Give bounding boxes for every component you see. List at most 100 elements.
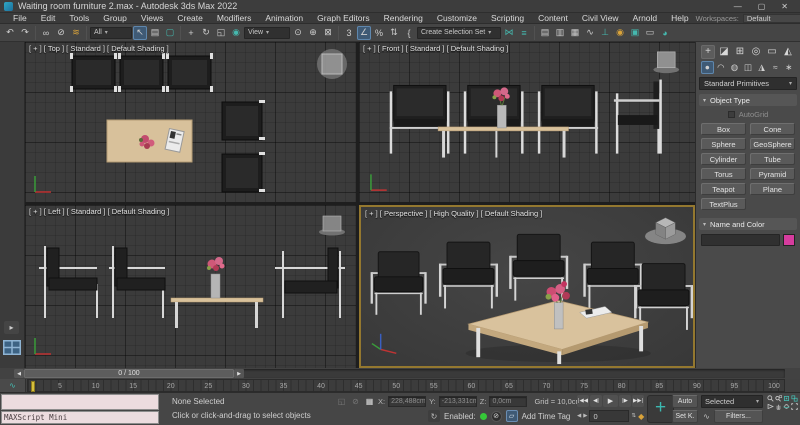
keyboard-override-icon[interactable]: ⊠ xyxy=(321,26,335,40)
redo-icon[interactable]: ↷ xyxy=(18,26,32,40)
object-type-button[interactable]: Box xyxy=(701,123,746,135)
select-and-link-icon[interactable]: ∞ xyxy=(39,26,53,40)
object-type-button[interactable]: Torus xyxy=(701,168,746,180)
viewport-top[interactable]: [ + ] [ Top ] [ Standard ] [ Default Sha… xyxy=(25,42,356,202)
select-and-move-icon[interactable]: + xyxy=(184,26,198,40)
filter-curve-icon[interactable]: ∿ xyxy=(701,410,712,423)
reference-coordinate-dropdown[interactable]: View ▾ xyxy=(244,27,290,39)
autogrid-checkbox[interactable] xyxy=(728,111,735,118)
selection-lock-icon[interactable]: ⊘ xyxy=(350,396,361,407)
mini-curve-editor-icon[interactable]: ∿ xyxy=(0,379,26,392)
menu-item[interactable]: Arnold xyxy=(626,13,665,23)
viewport-left-label[interactable]: [ + ] [ Left ] [ Standard ] [ Default Sh… xyxy=(29,207,169,216)
time-slider-next-icon[interactable]: ▶ xyxy=(234,369,244,378)
menu-item[interactable]: File xyxy=(6,13,34,23)
disable-icon[interactable]: ⊘ xyxy=(491,411,502,422)
previous-frame-button[interactable]: ◀| xyxy=(590,395,602,407)
time-slider-prev-icon[interactable]: ◀ xyxy=(14,369,24,378)
menu-item[interactable]: Views xyxy=(134,13,171,23)
set-key-button[interactable]: Set K. xyxy=(672,410,698,423)
category-lights-icon[interactable]: ◍ xyxy=(728,61,741,74)
name-color-rollout-header[interactable]: ▾ Name and Color xyxy=(699,218,797,230)
unlink-selection-icon[interactable]: ⊘ xyxy=(54,26,68,40)
loop-icon[interactable]: ↻ xyxy=(428,410,440,422)
menu-item[interactable]: Modifiers xyxy=(210,13,258,23)
select-and-scale-icon[interactable]: ◱ xyxy=(214,26,228,40)
time-slider-handle[interactable]: 0 / 100 xyxy=(24,369,234,378)
schematic-view-icon[interactable]: ⊥ xyxy=(598,26,612,40)
key-mode-icon[interactable]: ◆ xyxy=(638,412,644,421)
object-type-rollout-header[interactable]: ▾ Object Type xyxy=(699,94,797,106)
menu-item[interactable]: Graph Editors xyxy=(310,13,376,23)
enabled-indicator[interactable] xyxy=(480,413,487,420)
create-selection-set-dropdown[interactable]: Create Selection Set ▾ xyxy=(417,27,501,39)
object-name-field[interactable] xyxy=(701,234,780,246)
menu-item[interactable]: Tools xyxy=(62,13,96,23)
time-tag-icon[interactable]: ▱ xyxy=(506,410,518,422)
zoom-icon[interactable] xyxy=(767,395,774,402)
viewport-front[interactable]: [ + ] [ Front ] [ Standard ] [ Default S… xyxy=(359,42,695,202)
object-type-button[interactable]: Sphere xyxy=(701,138,746,150)
selection-filter-dropdown[interactable]: All ▾ xyxy=(90,27,132,39)
zoom-extents-all-icon[interactable] xyxy=(791,395,798,402)
select-and-manipulate-icon[interactable]: ⊕ xyxy=(306,26,320,40)
menu-item[interactable]: Group xyxy=(96,13,134,23)
select-object-icon[interactable]: ↖ xyxy=(133,26,147,40)
go-to-start-button[interactable]: |◀◀ xyxy=(577,395,589,407)
viewport-perspective-label[interactable]: [ + ] [ Perspective ] [ High Quality ] [… xyxy=(365,209,542,218)
select-and-place-icon[interactable]: ◉ xyxy=(229,26,243,40)
layout-tab-arrow-icon[interactable]: ▸ xyxy=(4,321,19,334)
category-systems-icon[interactable]: ∗ xyxy=(782,61,795,74)
orbit-icon[interactable] xyxy=(783,403,790,410)
object-color-swatch[interactable] xyxy=(783,234,795,246)
current-frame-field[interactable]: 0 xyxy=(589,410,629,422)
snaps-toggle-icon[interactable]: 3 xyxy=(342,26,356,40)
render-production-icon[interactable]: ◕ xyxy=(658,26,672,40)
auto-key-button[interactable]: Auto xyxy=(672,395,698,408)
object-type-button[interactable]: Cylinder xyxy=(701,153,746,165)
play-button[interactable]: ▶ xyxy=(603,395,618,407)
y-coordinate-field[interactable]: -213,331cm xyxy=(439,396,477,407)
object-type-button[interactable]: TextPlus xyxy=(701,198,746,210)
category-shapes-icon[interactable]: ◠ xyxy=(715,61,728,74)
menu-item[interactable]: Rendering xyxy=(377,13,430,23)
tab-create-icon[interactable]: + xyxy=(701,45,715,59)
viewport-perspective[interactable]: [ + ] [ Perspective ] [ High Quality ] [… xyxy=(359,205,695,368)
next-frame-button[interactable]: |▶ xyxy=(619,395,631,407)
set-key-big-button[interactable]: + xyxy=(647,395,674,423)
key-next-icon[interactable]: ▶ xyxy=(583,413,587,419)
add-time-tag-label[interactable]: Add Time Tag xyxy=(522,412,571,421)
z-coordinate-field[interactable]: 0,0cm xyxy=(489,396,527,407)
category-helpers-icon[interactable]: ◮ xyxy=(755,61,768,74)
transform-typein-icon[interactable]: ▦ xyxy=(364,396,375,407)
angle-snap-icon[interactable]: ∠ xyxy=(357,26,371,40)
menu-item[interactable]: Content xyxy=(531,13,575,23)
zoom-extents-icon[interactable] xyxy=(783,395,790,402)
render-setup-icon[interactable]: ▣ xyxy=(628,26,642,40)
minimize-button[interactable]: — xyxy=(734,1,742,12)
x-coordinate-field[interactable]: 228,488cm xyxy=(388,396,426,407)
percent-snap-icon[interactable]: % xyxy=(372,26,386,40)
category-spacewarps-icon[interactable]: ≈ xyxy=(769,61,782,74)
menu-item[interactable]: Animation xyxy=(258,13,310,23)
menu-item[interactable]: Edit xyxy=(34,13,63,23)
viewport-front-label[interactable]: [ + ] [ Front ] [ Standard ] [ Default S… xyxy=(363,44,508,53)
align-icon[interactable]: ≡ xyxy=(517,26,531,40)
pan-hand-icon[interactable] xyxy=(775,403,782,410)
workspaces-dropdown[interactable]: Default ▾ xyxy=(743,14,800,23)
object-type-button[interactable]: Plane xyxy=(750,183,795,195)
current-frame-marker[interactable] xyxy=(31,381,35,392)
rectangular-selection-region-icon[interactable]: ▢ xyxy=(163,26,177,40)
mirror-icon[interactable]: ⋈ xyxy=(502,26,516,40)
isolate-selection-icon[interactable]: ◱ xyxy=(336,396,347,407)
menu-item[interactable]: Customize xyxy=(430,13,484,23)
menu-item[interactable]: Create xyxy=(170,13,210,23)
maximize-viewport-icon[interactable] xyxy=(791,403,798,410)
filters-button[interactable]: Filters... xyxy=(714,410,763,423)
layer-explorer-icon[interactable]: ▥ xyxy=(553,26,567,40)
tab-utilities-icon[interactable]: ◭ xyxy=(781,45,795,59)
curve-editor-icon[interactable]: ∿ xyxy=(583,26,597,40)
maximize-button[interactable]: ▢ xyxy=(758,1,766,12)
viewport-top-label[interactable]: [ + ] [ Top ] [ Standard ] [ Default Sha… xyxy=(29,44,169,53)
object-type-button[interactable]: Cone xyxy=(750,123,795,135)
